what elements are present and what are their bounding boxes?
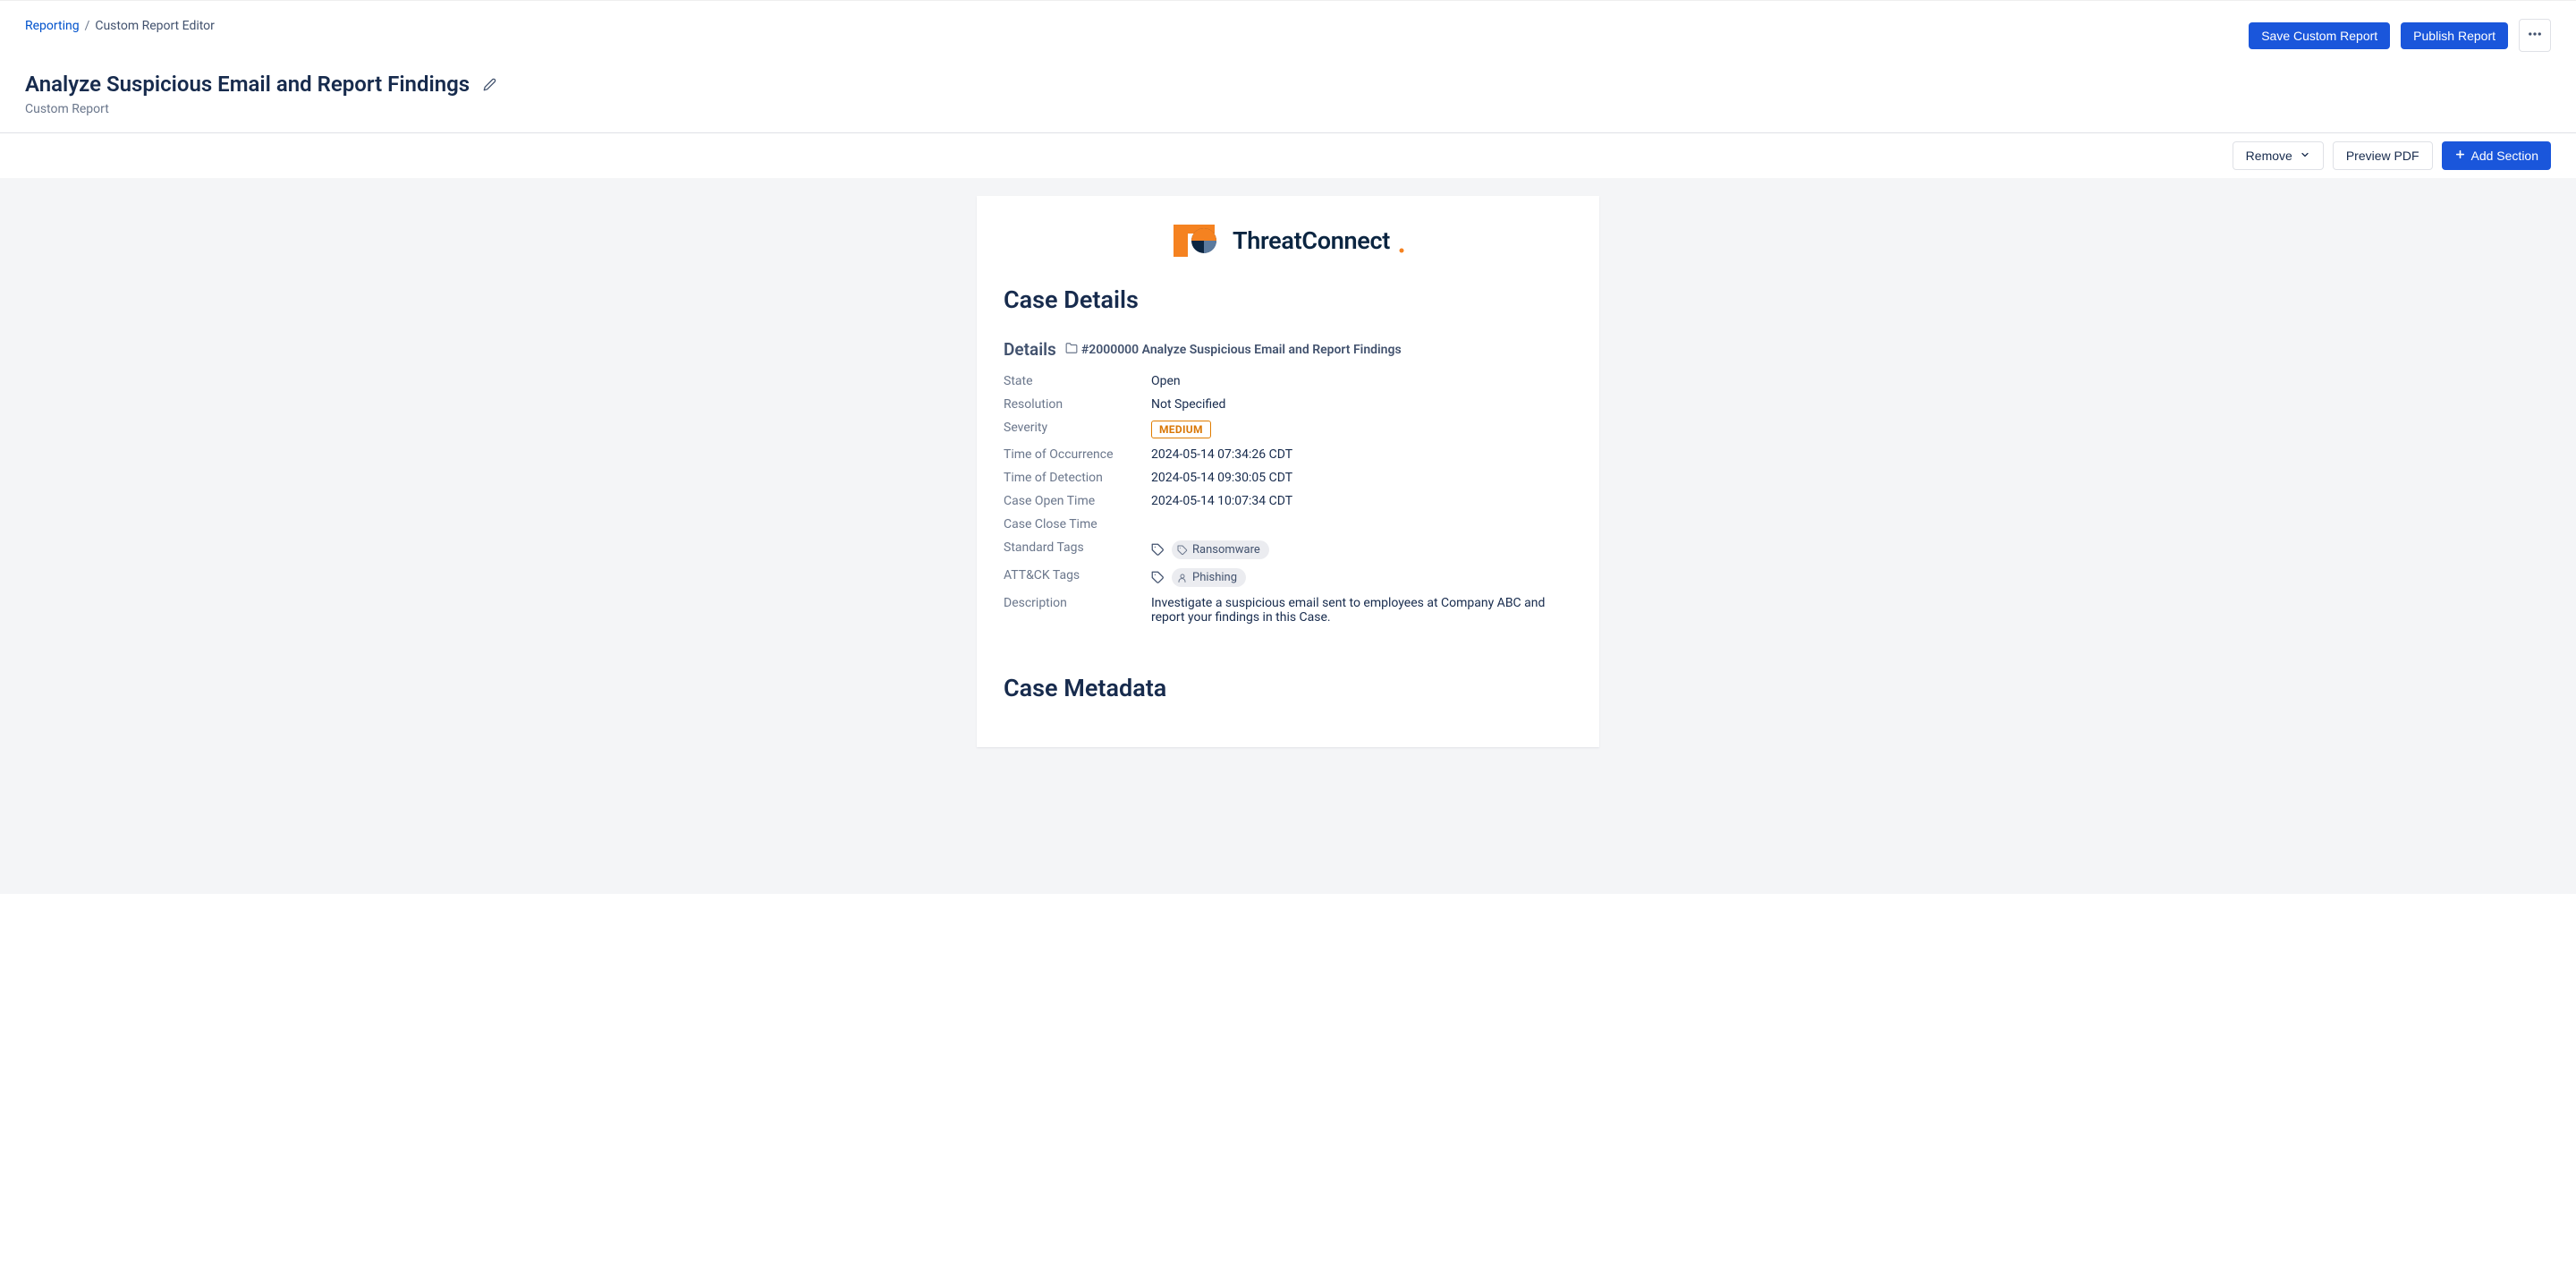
- field-label-time-detection: Time of Detection: [1004, 471, 1151, 485]
- tag-phishing-label: Phishing: [1192, 571, 1237, 584]
- edit-title-button[interactable]: [479, 73, 500, 95]
- field-value-attck-tags: Phishing: [1151, 568, 1572, 587]
- field-value-case-close: [1151, 517, 1572, 531]
- field-label-standard-tags: Standard Tags: [1004, 540, 1151, 559]
- severity-badge: MEDIUM: [1151, 421, 1211, 438]
- page-title: Analyze Suspicious Email and Report Find…: [25, 72, 470, 97]
- section-title-case-details: Case Details: [1004, 285, 1572, 314]
- chevron-down-icon: [2300, 149, 2310, 163]
- tag-pill-icon: [1177, 545, 1188, 556]
- field-value-description: Investigate a suspicious email sent to e…: [1151, 596, 1572, 625]
- tag-ransomware-label: Ransomware: [1192, 543, 1260, 557]
- field-label-time-occurrence: Time of Occurrence: [1004, 447, 1151, 462]
- field-label-attck-tags: ATT&CK Tags: [1004, 568, 1151, 587]
- remove-button-label: Remove: [2246, 149, 2292, 163]
- field-label-case-close: Case Close Time: [1004, 517, 1151, 531]
- field-label-resolution: Resolution: [1004, 397, 1151, 412]
- field-value-severity: MEDIUM: [1151, 421, 1572, 438]
- tag-phishing: Phishing: [1172, 568, 1246, 587]
- threatconnect-logo-icon: [1172, 221, 1224, 260]
- field-value-time-detection: 2024-05-14 09:30:05 CDT: [1151, 471, 1572, 485]
- add-section-button[interactable]: Add Section: [2442, 141, 2552, 170]
- field-value-resolution: Not Specified: [1151, 397, 1572, 412]
- page-subtitle: Custom Report: [25, 102, 2551, 116]
- case-id: #2000000 Analyze Suspicious Email and Re…: [1065, 342, 1402, 358]
- report-page: ThreatConnect Case Details Details #2000…: [977, 196, 1599, 747]
- logo-text: ThreatConnect: [1233, 226, 1390, 255]
- logo-dot-icon: [1399, 227, 1404, 254]
- remove-button[interactable]: Remove: [2233, 141, 2324, 170]
- field-value-standard-tags: Ransomware: [1151, 540, 1572, 559]
- field-label-description: Description: [1004, 596, 1151, 625]
- pencil-icon: [483, 78, 496, 91]
- field-label-severity: Severity: [1004, 421, 1151, 438]
- more-horizontal-icon: [2527, 31, 2543, 45]
- field-value-time-occurrence: 2024-05-14 07:34:26 CDT: [1151, 447, 1572, 462]
- tag-ransomware: Ransomware: [1172, 540, 1269, 559]
- tag-icon: [1151, 543, 1165, 557]
- section-title-case-metadata: Case Metadata: [1004, 674, 1572, 702]
- case-id-text: #2000000 Analyze Suspicious Email and Re…: [1081, 343, 1402, 357]
- add-section-label: Add Section: [2471, 149, 2539, 163]
- breadcrumb-reporting[interactable]: Reporting: [25, 19, 80, 33]
- attacker-icon: [1177, 573, 1188, 583]
- breadcrumb-separator: /: [85, 19, 90, 33]
- field-value-case-open: 2024-05-14 10:07:34 CDT: [1151, 494, 1572, 508]
- preview-pdf-button[interactable]: Preview PDF: [2333, 141, 2433, 170]
- details-label: Details: [1004, 339, 1056, 360]
- plus-icon: [2454, 149, 2466, 163]
- threatconnect-logo: ThreatConnect: [1172, 221, 1404, 260]
- folder-icon: [1065, 342, 1078, 358]
- save-custom-report-button[interactable]: Save Custom Report: [2249, 22, 2390, 49]
- breadcrumb: Reporting / Custom Report Editor: [25, 19, 215, 33]
- more-actions-button[interactable]: [2519, 19, 2551, 52]
- field-label-state: State: [1004, 374, 1151, 388]
- publish-report-button[interactable]: Publish Report: [2401, 22, 2508, 49]
- field-value-state: Open: [1151, 374, 1572, 388]
- tag-icon: [1151, 571, 1165, 584]
- field-label-case-open: Case Open Time: [1004, 494, 1151, 508]
- breadcrumb-current: Custom Report Editor: [95, 19, 215, 33]
